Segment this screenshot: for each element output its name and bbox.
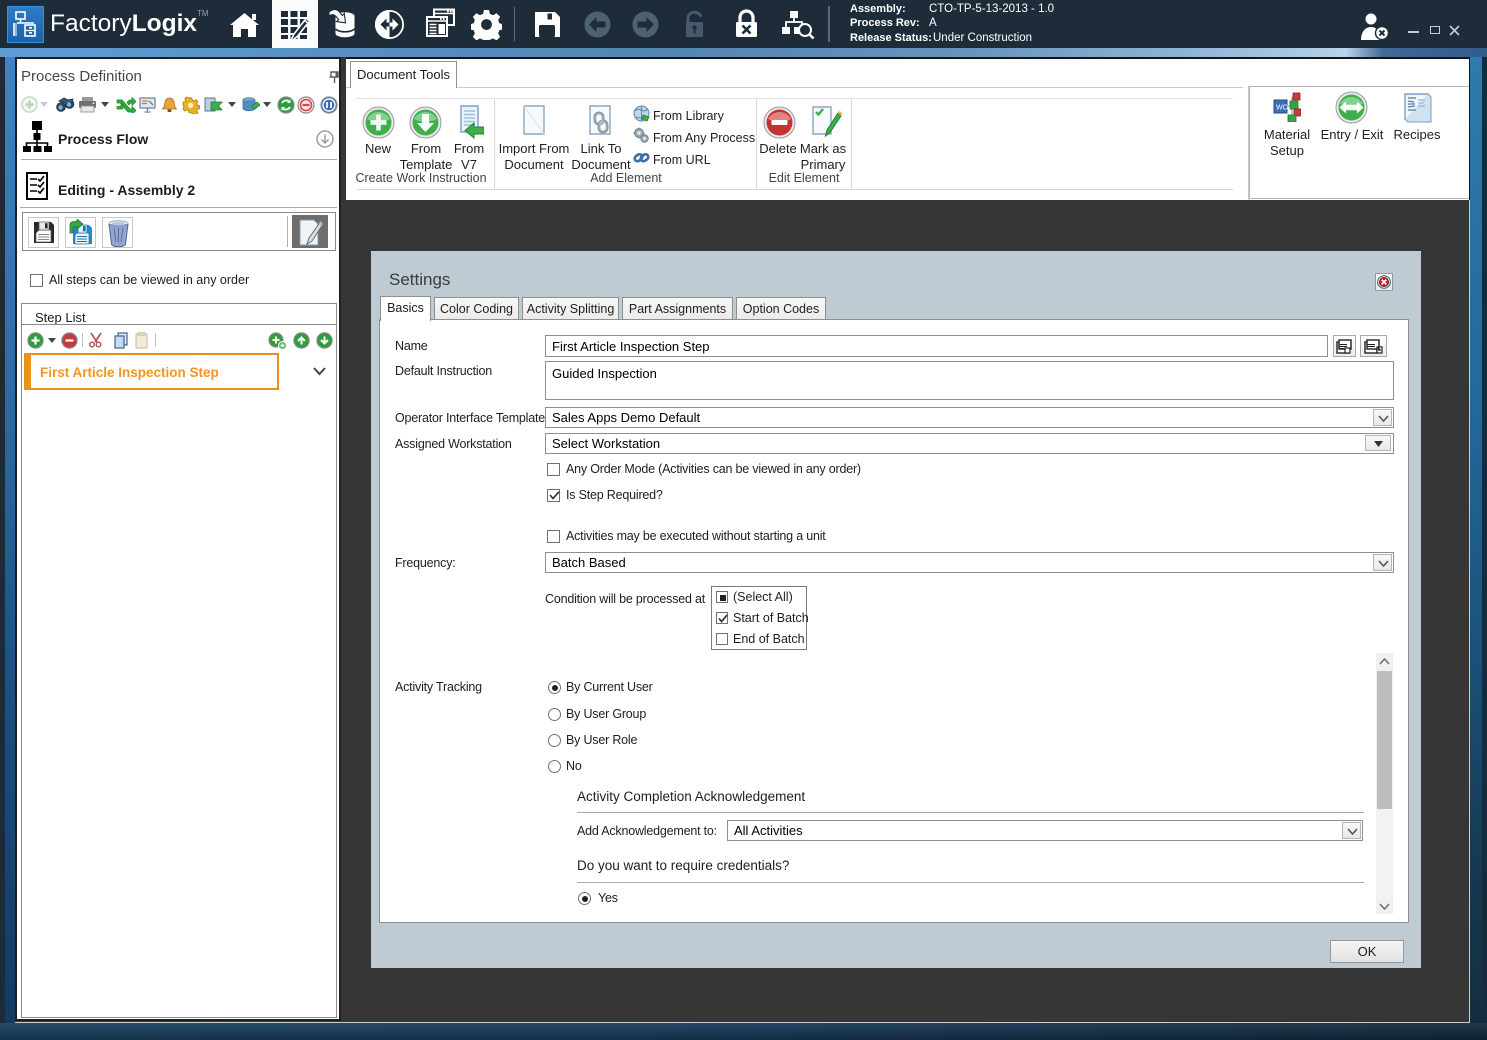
svg-text:WO: WO <box>1276 105 1289 112</box>
